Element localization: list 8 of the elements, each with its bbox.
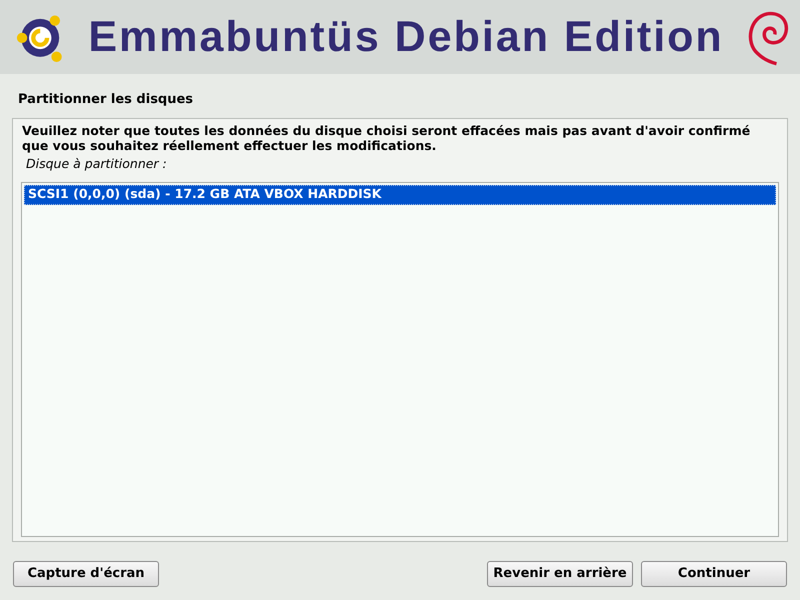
disk-list-item[interactable]: SCSI1 (0,0,0) (sda) - 17.2 GB ATA VBOX HARDDISK xyxy=(24,184,776,205)
warning-message: Veuillez noter que toutes les données du disque choisi seront effacées mais pas avant d'avoir confirmé que vous souhaitez réellement effectuer les modifications. xyxy=(21,123,752,153)
page-title: Partitionner les disques xyxy=(18,92,194,107)
dialog-button[interactable]: Capture d'écran xyxy=(13,561,159,587)
banner-title: Emmabuntüs Debian Edition xyxy=(88,12,724,63)
dialog-button[interactable]: Continuer xyxy=(641,561,787,587)
list-label: Disque à partitionner : xyxy=(26,155,168,173)
dialog-button[interactable]: Revenir en arrière xyxy=(487,561,633,587)
